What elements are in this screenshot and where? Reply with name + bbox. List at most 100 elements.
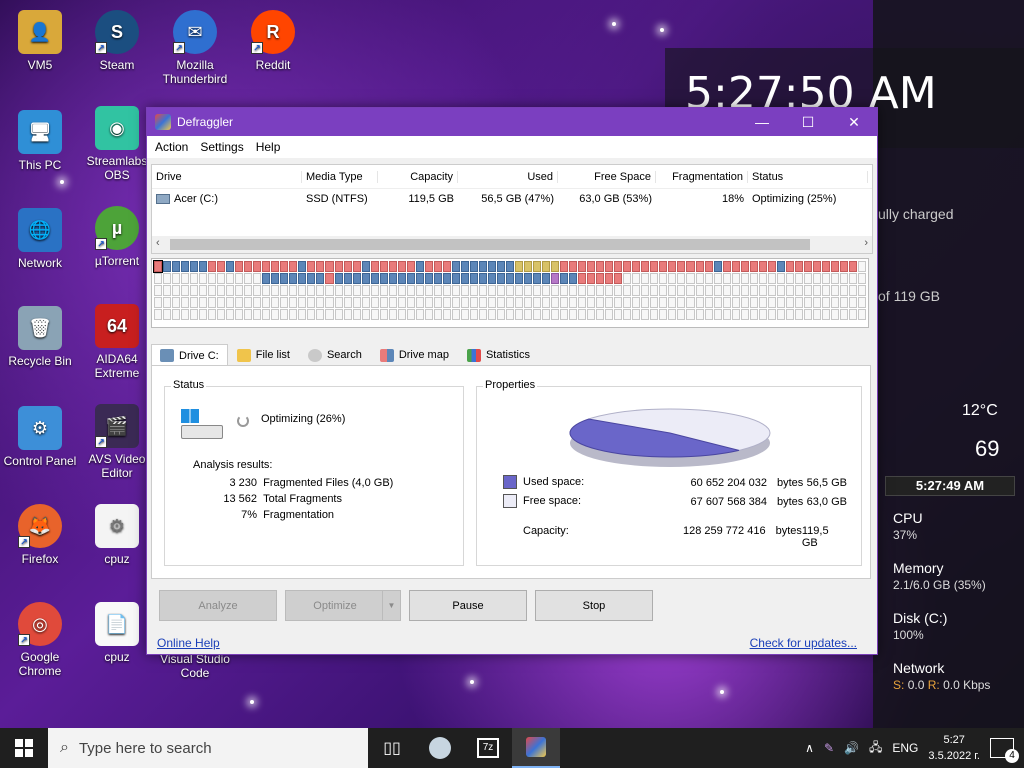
desktop-icon-steam[interactable]: S ↗ Steam bbox=[77, 10, 157, 72]
desktop-icon-streamlabs[interactable]: ◉ Streamlabs OBS bbox=[77, 106, 157, 182]
desktop-icon-vm5[interactable]: 👤 VM5 bbox=[0, 10, 80, 72]
desktop-icon-firefox[interactable]: 🦊 ↗ Firefox bbox=[0, 504, 80, 566]
desktop-icon-label: Recycle Bin bbox=[8, 354, 72, 368]
drive-map-block bbox=[352, 297, 361, 308]
drive-row[interactable]: Acer (C:) SSD (NTFS) 119,5 GB 56,5 GB (4… bbox=[152, 189, 872, 209]
taskbar-defraggler[interactable] bbox=[512, 728, 560, 768]
taskbar-search-box[interactable]: ⌕ Type here to search bbox=[48, 728, 368, 768]
drive-map-block bbox=[289, 285, 298, 296]
desktop-icon-this-pc[interactable]: 🖥 This PC bbox=[0, 110, 80, 172]
desktop-icon-reddit[interactable]: R ↗ Reddit bbox=[233, 10, 313, 72]
drive-map-block bbox=[722, 285, 731, 296]
drive-map-block bbox=[415, 273, 424, 284]
optimize-button[interactable]: Optimize ▼ bbox=[285, 590, 401, 621]
desktop-icon-cpuz-2[interactable]: 📄 cpuz bbox=[77, 602, 157, 664]
analyze-button[interactable]: Analyze bbox=[159, 590, 277, 621]
steam-icon bbox=[429, 737, 451, 759]
close-button[interactable]: ✕ bbox=[831, 108, 877, 136]
desktop-icon-aida64[interactable]: 64 AIDA64 Extreme bbox=[77, 304, 157, 380]
column-capacity[interactable]: Capacity bbox=[378, 170, 458, 183]
chevron-up-icon[interactable]: ∧ bbox=[805, 741, 814, 755]
drive-map-block bbox=[451, 261, 460, 272]
drive-map-block bbox=[442, 285, 451, 296]
task-view-button[interactable]: ▯▯ bbox=[368, 728, 416, 768]
drive-map-block bbox=[505, 309, 514, 320]
sparkle bbox=[250, 700, 254, 704]
stop-button[interactable]: Stop bbox=[535, 590, 653, 621]
volume-icon[interactable]: 🔊 bbox=[844, 741, 859, 755]
desktop-icon-label: Visual Studio Code bbox=[160, 652, 230, 680]
network-icon[interactable]: 🖧 bbox=[869, 738, 882, 759]
horizontal-scrollbar[interactable]: ‹ › bbox=[152, 236, 872, 253]
drive-map-block bbox=[469, 309, 478, 320]
drive-map-block bbox=[361, 309, 370, 320]
tab-search[interactable]: Search bbox=[299, 344, 371, 366]
feather-icon[interactable]: ✎ bbox=[824, 741, 834, 755]
start-button[interactable] bbox=[0, 728, 48, 768]
online-help-link[interactable]: Online Help bbox=[157, 636, 220, 650]
taskbar-7zip[interactable]: 7z bbox=[464, 728, 512, 768]
taskbar-clock[interactable]: 5:27 3.5.2022 г. bbox=[928, 732, 980, 764]
desktop-icon-chrome[interactable]: ◎ ↗ Google Chrome bbox=[0, 602, 80, 678]
drive-map-block bbox=[641, 273, 650, 284]
tab-statistics[interactable]: Statistics bbox=[458, 344, 539, 366]
maximize-button[interactable]: ☐ bbox=[785, 108, 831, 136]
scroll-right-icon[interactable]: › bbox=[864, 237, 868, 249]
title-bar[interactable]: Defraggler — ☐ ✕ bbox=[147, 108, 877, 136]
column-free-space[interactable]: Free Space bbox=[558, 170, 656, 183]
notifications-button[interactable]: 4 bbox=[990, 738, 1019, 763]
column-drive[interactable]: Drive bbox=[152, 170, 302, 183]
desktop-icon-vscode[interactable]: Visual Studio Code bbox=[155, 652, 235, 680]
drive-map-block bbox=[848, 297, 857, 308]
desktop-icon-avs-video-editor[interactable]: 🎬 ↗ AVS Video Editor bbox=[77, 404, 157, 480]
drive-map-block bbox=[605, 285, 614, 296]
desktop-icon-thunderbird[interactable]: ✉ ↗ Mozilla Thunderbird bbox=[155, 10, 235, 86]
drive-map-block bbox=[560, 261, 569, 272]
tab-drive-c[interactable]: Drive C: bbox=[151, 344, 228, 366]
tab-file-list[interactable]: File list bbox=[228, 344, 299, 366]
pause-button[interactable]: Pause bbox=[409, 590, 527, 621]
drive-map-block bbox=[433, 309, 442, 320]
drive-map-block bbox=[578, 297, 587, 308]
drive-map-block bbox=[235, 285, 244, 296]
column-used[interactable]: Used bbox=[458, 170, 558, 183]
desktop-icon-utorrent[interactable]: µ ↗ µTorrent bbox=[77, 206, 157, 268]
tab-drive-map[interactable]: Drive map bbox=[371, 344, 458, 366]
drive-map-block bbox=[668, 285, 677, 296]
drive-map-block bbox=[524, 285, 533, 296]
drive-map-block bbox=[695, 261, 704, 272]
drive-map-block bbox=[307, 285, 316, 296]
menu-help[interactable]: Help bbox=[252, 140, 289, 154]
desktop-icon-network[interactable]: 🌐 Network bbox=[0, 208, 80, 270]
column-media-type[interactable]: Media Type bbox=[302, 170, 378, 183]
desktop-icon-control-panel[interactable]: ⚙ Control Panel bbox=[0, 406, 80, 468]
drive-map-block bbox=[686, 297, 695, 308]
language-indicator[interactable]: ENG bbox=[892, 741, 918, 755]
check-updates-link[interactable]: Check for updates... bbox=[750, 636, 857, 650]
drive-map-block bbox=[533, 297, 542, 308]
taskbar-steam[interactable] bbox=[416, 728, 464, 768]
drive-map-grid[interactable] bbox=[151, 258, 869, 328]
desktop-icon-cpuz-1[interactable]: ⚙ cpuz bbox=[77, 504, 157, 566]
drive-map-block bbox=[830, 285, 839, 296]
drive-map-block bbox=[172, 309, 181, 320]
widget-disk-label: Disk (C:) bbox=[893, 610, 948, 626]
drive-map-block bbox=[190, 309, 199, 320]
desktop-icon-recycle-bin[interactable]: 🗑 Recycle Bin bbox=[0, 306, 80, 368]
desktop-icon-label: Google Chrome bbox=[18, 650, 62, 678]
scroll-left-icon[interactable]: ‹ bbox=[156, 237, 160, 249]
menu-settings[interactable]: Settings bbox=[196, 140, 251, 154]
scroll-thumb[interactable] bbox=[170, 239, 810, 250]
column-status[interactable]: Status bbox=[748, 170, 868, 183]
drive-map-block bbox=[812, 273, 821, 284]
column-fragmentation[interactable]: Fragmentation bbox=[656, 170, 748, 183]
chevron-down-icon[interactable]: ▼ bbox=[382, 591, 400, 620]
drive-map-block bbox=[262, 285, 271, 296]
notification-count: 4 bbox=[1005, 749, 1019, 763]
drive-map-block bbox=[343, 285, 352, 296]
shortcut-arrow-icon: ↗ bbox=[18, 634, 30, 646]
menu-action[interactable]: Action bbox=[151, 140, 196, 154]
minimize-button[interactable]: — bbox=[739, 108, 785, 136]
drive-map-block bbox=[487, 285, 496, 296]
drive-map-block bbox=[686, 261, 695, 272]
